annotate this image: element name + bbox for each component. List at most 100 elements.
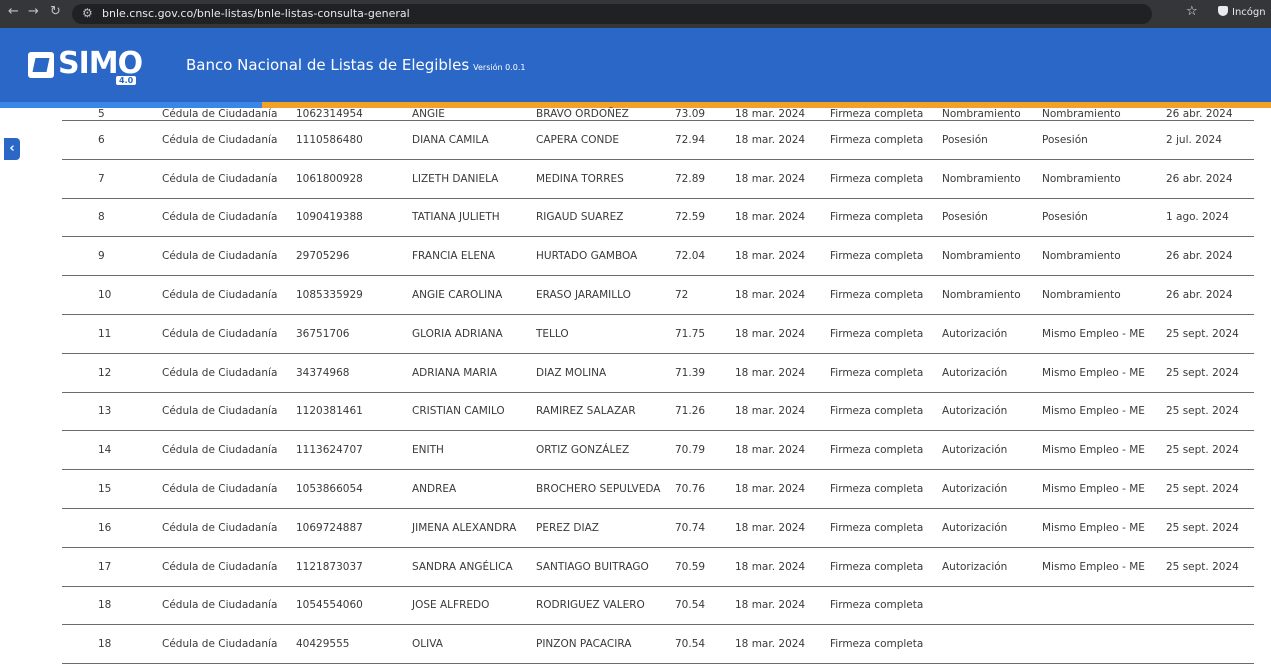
cell-position: 17 — [98, 560, 112, 573]
url-text: bnle.cnsc.gov.co/bnle-listas/bnle-listas… — [102, 7, 410, 20]
cell-action: Autorización — [942, 521, 1008, 534]
back-icon[interactable]: ← — [8, 4, 19, 19]
cell-publication-date: 18 mar. 2024 — [735, 133, 806, 146]
cell-position: 18 — [98, 599, 112, 612]
cell-score: 70.74 — [675, 521, 706, 534]
cell-first-names: ANGIE — [412, 108, 445, 120]
cell-score: 70.79 — [675, 444, 706, 457]
cell-action: Nombramiento — [942, 172, 1021, 185]
cell-position: 5 — [98, 108, 105, 120]
cell-first-names: ENITH — [412, 444, 444, 457]
cell-last-names: BROCHERO SEPULVEDA — [536, 483, 661, 496]
cell-action: Autorización — [942, 483, 1008, 496]
cell-last-names: SANTIAGO BUITRAGO — [536, 560, 649, 573]
logo-version: 4.0 — [116, 76, 137, 85]
cell-document-type: Cédula de Ciudadanía — [162, 211, 278, 224]
table-row: 17 Cédula de Ciudadanía 1121873037 SANDRA A… — [62, 548, 1254, 587]
cell-document-type: Cédula de Ciudadanía — [162, 521, 278, 534]
cell-document-type: Cédula de Ciudadanía — [162, 366, 278, 379]
cell-document-number: 1053866054 — [296, 483, 363, 496]
cell-last-names: BRAVO ORDOÑEZ — [536, 108, 629, 120]
bookmark-star-icon[interactable]: ☆ — [1186, 4, 1198, 19]
cell-first-names: ADRIANA MARIA — [412, 366, 498, 379]
cell-action: Autorización — [942, 444, 1008, 457]
cell-position: 10 — [98, 289, 112, 302]
cell-action: Autorización — [942, 405, 1008, 418]
cell-publication-date: 18 mar. 2024 — [735, 327, 806, 340]
cell-score: 70.76 — [675, 483, 706, 496]
cell-action-date: 25 sept. 2024 — [1166, 560, 1239, 573]
cell-last-names: RIGAUD SUAREZ — [536, 211, 624, 224]
cell-position: 13 — [98, 405, 112, 418]
cell-first-names: LIZETH DANIELA — [412, 172, 499, 185]
incognito-label: Incógn — [1232, 7, 1266, 18]
cell-status: Firmeza completa — [830, 250, 924, 263]
cell-status: Firmeza completa — [830, 327, 924, 340]
cell-action: Autorización — [942, 327, 1008, 340]
cell-score: 71.39 — [675, 366, 706, 379]
simo-logo[interactable]: SIMO 4.0 — [24, 46, 143, 94]
cell-position: 14 — [98, 444, 112, 457]
cell-score: 72 — [675, 289, 689, 302]
cell-action-date: 25 sept. 2024 — [1166, 366, 1239, 379]
cell-action-date: 25 sept. 2024 — [1166, 483, 1239, 496]
cell-status: Firmeza completa — [830, 289, 924, 302]
cell-action-detail: Nombramiento — [1042, 108, 1121, 120]
cell-score: 73.09 — [675, 108, 706, 120]
cell-last-names: TELLO — [536, 327, 569, 340]
cell-status: Firmeza completa — [830, 483, 924, 496]
cell-action-date: 26 abr. 2024 — [1166, 108, 1233, 120]
cell-position: 11 — [98, 327, 112, 340]
cell-action-detail: Nombramiento — [1042, 172, 1121, 185]
cell-first-names: DIANA CAMILA — [412, 133, 489, 146]
cell-position: 6 — [98, 133, 105, 146]
table-row: 8 Cédula de Ciudadanía 1090419388 TATIANA J… — [62, 199, 1254, 238]
cell-position: 9 — [98, 250, 105, 263]
cell-publication-date: 18 mar. 2024 — [735, 483, 806, 496]
cell-publication-date: 18 mar. 2024 — [735, 444, 806, 457]
cell-document-number: 1121873037 — [296, 560, 363, 573]
cell-position: 8 — [98, 211, 105, 224]
cell-document-type: Cédula de Ciudadanía — [162, 172, 278, 185]
cell-action: Autorización — [942, 560, 1008, 573]
table-row: 10 Cédula de Ciudadanía 1085335929 ANGIE CA… — [62, 276, 1254, 315]
cell-last-names: RAMIREZ SALAZAR — [536, 405, 636, 418]
cell-publication-date: 18 mar. 2024 — [735, 638, 806, 651]
cell-document-type: Cédula de Ciudadanía — [162, 483, 278, 496]
table-row: 14 Cédula de Ciudadanía 1113624707 ENITH ORT… — [62, 431, 1254, 471]
site-settings-icon[interactable]: ⚙ — [82, 6, 93, 20]
cell-document-type: Cédula de Ciudadanía — [162, 405, 278, 418]
cell-score: 70.59 — [675, 560, 706, 573]
cell-score: 72.89 — [675, 172, 706, 185]
table-row: 7 Cédula de Ciudadanía 1061800928 LIZETH DA… — [62, 160, 1254, 199]
cell-status: Firmeza completa — [830, 211, 924, 224]
cell-last-names: PINZON PACACIRA — [536, 638, 632, 651]
incognito-indicator[interactable]: Incógn — [1218, 6, 1266, 18]
cell-score: 72.94 — [675, 133, 706, 146]
table-row: 18 Cédula de Ciudadanía 1054554060 JOSE ALF… — [62, 587, 1254, 626]
cell-last-names: HURTADO GAMBOA — [536, 250, 638, 263]
cell-action-detail: Posesión — [1042, 133, 1088, 146]
cell-first-names: TATIANA JULIETH — [412, 211, 500, 224]
cell-score: 71.75 — [675, 327, 706, 340]
cell-document-type: Cédula de Ciudadanía — [162, 289, 278, 302]
reload-icon[interactable]: ↻ — [50, 4, 61, 19]
cell-status: Firmeza completa — [830, 133, 924, 146]
app-version: Versión 0.0.1 — [473, 63, 526, 72]
cell-document-number: 1085335929 — [296, 289, 363, 302]
cell-score: 72.59 — [675, 211, 706, 224]
cell-score: 70.54 — [675, 638, 706, 651]
cell-last-names: DIAZ MOLINA — [536, 366, 607, 379]
sidebar-toggle-button[interactable]: ‹ — [4, 138, 20, 160]
table-row: 12 Cédula de Ciudadanía 34374968 ADRIANA MA… — [62, 354, 1254, 393]
forward-icon[interactable]: → — [28, 4, 39, 19]
cell-action-detail: Mismo Empleo - ME — [1042, 444, 1145, 457]
cell-last-names: CAPERA CONDE — [536, 133, 620, 146]
cell-document-number: 1090419388 — [296, 211, 363, 224]
cell-action-date: 26 abr. 2024 — [1166, 289, 1233, 302]
cell-action-date: 26 abr. 2024 — [1166, 250, 1233, 263]
address-bar[interactable]: ⚙ bnle.cnsc.gov.co/bnle-listas/bnle-list… — [72, 4, 1152, 24]
cell-status: Firmeza completa — [830, 172, 924, 185]
cell-status: Firmeza completa — [830, 405, 924, 418]
eligibles-table: 5 Cédula de Ciudadanía 1062314954 ANGIE BRAV… — [62, 104, 1254, 664]
